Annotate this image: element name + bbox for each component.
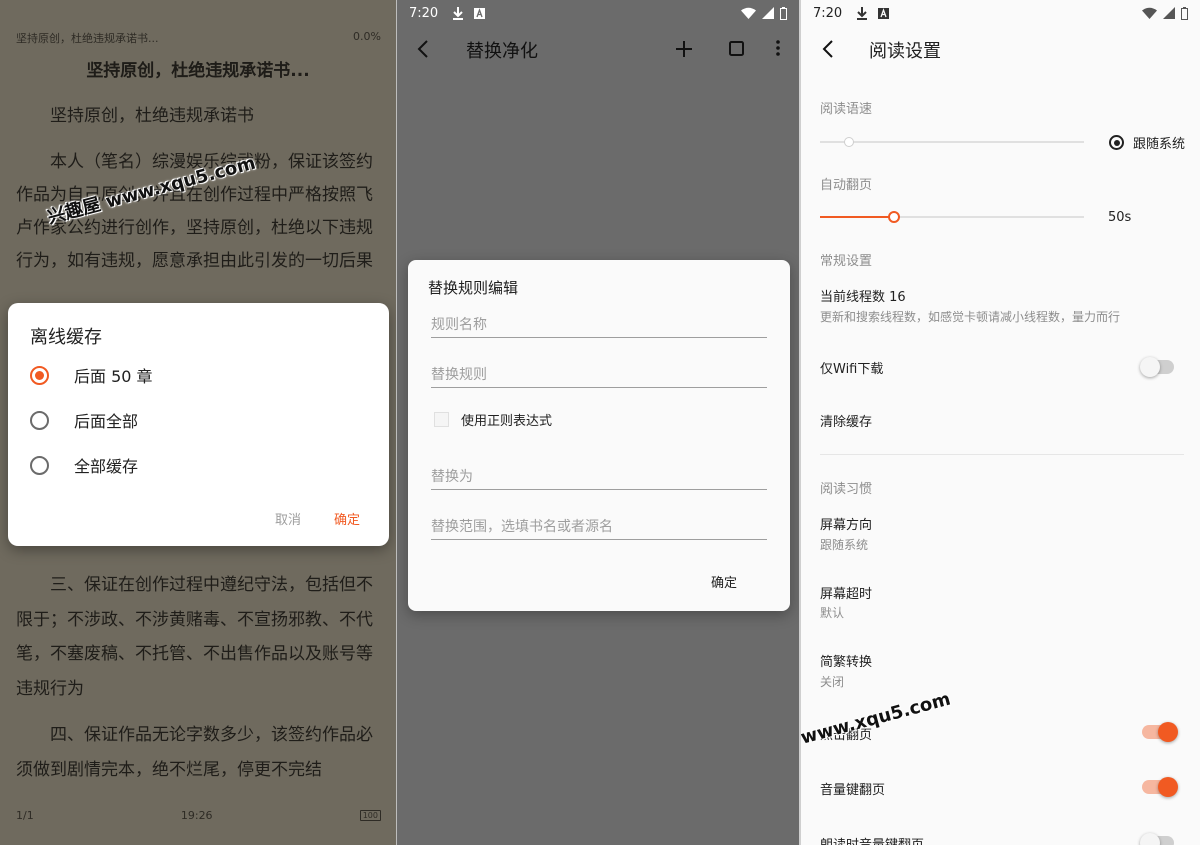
screen-title: 替换净化 [466,41,538,62]
option-label: 全部缓存 [74,457,139,476]
rule-pattern-input[interactable]: 替换规则 [431,358,767,388]
volume-page-switch[interactable] [1142,777,1178,797]
signal-icon [1163,7,1175,19]
dialog-title: 离线缓存 [30,327,102,348]
reader-paragraph: 四、保证作品无论字数多少，该签约作品必须做到剧情完本，绝不烂尾，停更不完结 [16,725,373,780]
status-time: 7:20 [409,5,439,21]
status-bar: 7:20 [801,0,1200,26]
slider-thumb[interactable] [887,211,900,223]
radio-unchecked-icon[interactable] [30,455,49,475]
reader-content-lower[interactable]: 三、保证在创作过程中遵纪守法，包括但不限于；不涉政、不涉黄赌毒、不宣扬邪教、不代… [16,568,384,799]
status-time: 7:20 [813,5,843,21]
download-icon [453,6,464,20]
wifi-icon [741,7,756,19]
switch-knob [1140,357,1160,377]
regex-checkbox[interactable] [434,412,449,427]
download-icon [857,6,868,20]
switch-knob [1158,722,1178,742]
threads-title[interactable]: 当前线程数 16 [820,286,906,305]
reader-panel: 坚持原创，杜绝违规承诺书... 0.0% 坚持原创，杜绝违规承诺书... 坚持原… [0,0,396,845]
confirm-button[interactable]: 确定 [711,572,737,591]
app-bar: 替换净化 [397,26,799,72]
tts-volume-page-label: 朗读时音量键翻页 [820,834,924,845]
notification-a-icon [878,7,890,19]
reader-progress: 0.0% [353,30,381,43]
more-vert-icon[interactable] [776,40,780,56]
switch-knob [1140,833,1160,845]
section-auto-page: 自动翻页 [820,178,873,193]
orientation-title[interactable]: 屏幕方向 [820,514,872,533]
wifi-only-label: 仅Wifi下载 [820,362,884,377]
click-page-switch[interactable] [1142,722,1178,742]
option-label: 后面 50 章 [74,367,153,386]
option-label: 后面全部 [74,412,139,431]
app-bar: 阅读设置 [801,26,1200,72]
option-next-all[interactable]: 后面全部 [30,405,138,435]
timeout-title[interactable]: 屏幕超时 [820,583,872,602]
back-arrow-icon[interactable] [822,40,834,58]
replace-rule-dialog: 替换规则编辑 规则名称 替换规则 使用正则表达式 替换为 替换范围，选填书名或者… [408,260,790,611]
orientation-value: 跟随系统 [820,538,869,552]
confirm-button[interactable]: 确定 [334,509,360,528]
signal-icon [762,7,774,19]
clear-cache-item[interactable]: 清除缓存 [820,411,872,430]
reader-content[interactable]: 坚持原创，杜绝违规承诺书 本人（笔名）综漫娱乐综武粉，保证该签约作品为自己原创，… [16,100,384,291]
offline-cache-dialog: 离线缓存 后面 50 章 后面全部 全部缓存 取消 确定 [8,303,389,546]
chapter-title: 坚持原创，杜绝违规承诺书... [86,61,310,81]
slider-thumb[interactable] [844,137,854,147]
battery-status-icon [780,6,787,20]
replace-panel: 7:20 替换净化 替换规则编辑 规则名称 替换规则 使用正则表达式 替换为 替… [397,0,799,845]
convert-title[interactable]: 简繁转换 [820,651,872,670]
back-arrow-icon[interactable] [417,40,429,58]
reader-header: 坚持原创，杜绝违规承诺书... 0.0% [16,30,381,46]
regex-label: 使用正则表达式 [461,414,553,429]
convert-value: 关闭 [820,675,845,689]
radio-checked-icon[interactable] [1109,135,1124,150]
slider-fill [820,216,894,218]
rule-name-input[interactable]: 规则名称 [431,308,767,338]
settings-panel: 7:20 阅读设置 阅读语速 跟随系统 自动翻页 50s 常规设置 当前线程数 … [801,0,1200,845]
battery-status-icon [1181,6,1188,20]
replace-with-input[interactable]: 替换为 [431,460,767,490]
watermark: 兴趣屋 www.xqu5.com [801,688,953,765]
speech-rate-slider[interactable] [820,137,1084,147]
reader-paragraph: 三、保证在创作过程中遵纪守法，包括但不限于；不涉政、不涉黄赌毒、不宣扬邪教、不代… [16,575,373,699]
plus-icon[interactable] [676,41,692,57]
option-next-50[interactable]: 后面 50 章 [30,360,153,390]
option-cache-all[interactable]: 全部缓存 [30,450,138,480]
radio-unchecked-icon[interactable] [30,410,49,430]
checkbox-icon[interactable] [729,41,744,56]
section-general: 常规设置 [820,254,873,269]
cancel-button[interactable]: 取消 [275,509,301,528]
threads-desc: 更新和搜索线程数，如感觉卡顿请减小线程数，量力而行 [820,310,1121,324]
status-bar: 7:20 [397,0,799,26]
notification-a-icon [474,7,486,19]
volume-page-label: 音量键翻页 [820,783,886,798]
battery-icon: 100 [359,810,381,821]
radio-checked-icon[interactable] [30,365,49,385]
follow-system-label: 跟随系统 [1133,137,1186,152]
replace-scope-input[interactable]: 替换范围，选填书名或者源名 [431,510,767,540]
page-indicator: 1/1 [16,809,34,822]
reader-clock: 19:26 [180,809,213,822]
reader-footer: 1/1 19:26 100 [16,809,381,822]
wifi-only-switch[interactable] [1140,357,1174,377]
auto-page-slider[interactable] [820,211,1084,223]
auto-page-value: 50s [1108,210,1132,225]
tts-volume-page-switch[interactable] [1140,833,1174,845]
regex-checkbox-row[interactable]: 使用正则表达式 [434,410,552,429]
reader-top-title: 坚持原创，杜绝违规承诺书... [16,32,159,45]
follow-system-radio[interactable]: 跟随系统 [1109,133,1185,152]
timeout-value: 默认 [820,606,845,620]
switch-knob [1158,777,1178,797]
screen-title: 阅读设置 [869,41,941,62]
section-divider [820,454,1184,455]
wifi-icon [1142,7,1157,19]
section-speech-rate: 阅读语速 [820,102,873,117]
dialog-title: 替换规则编辑 [428,279,519,297]
reader-paragraph: 坚持原创，杜绝违规承诺书 [50,106,254,126]
section-habits: 阅读习惯 [820,482,873,497]
